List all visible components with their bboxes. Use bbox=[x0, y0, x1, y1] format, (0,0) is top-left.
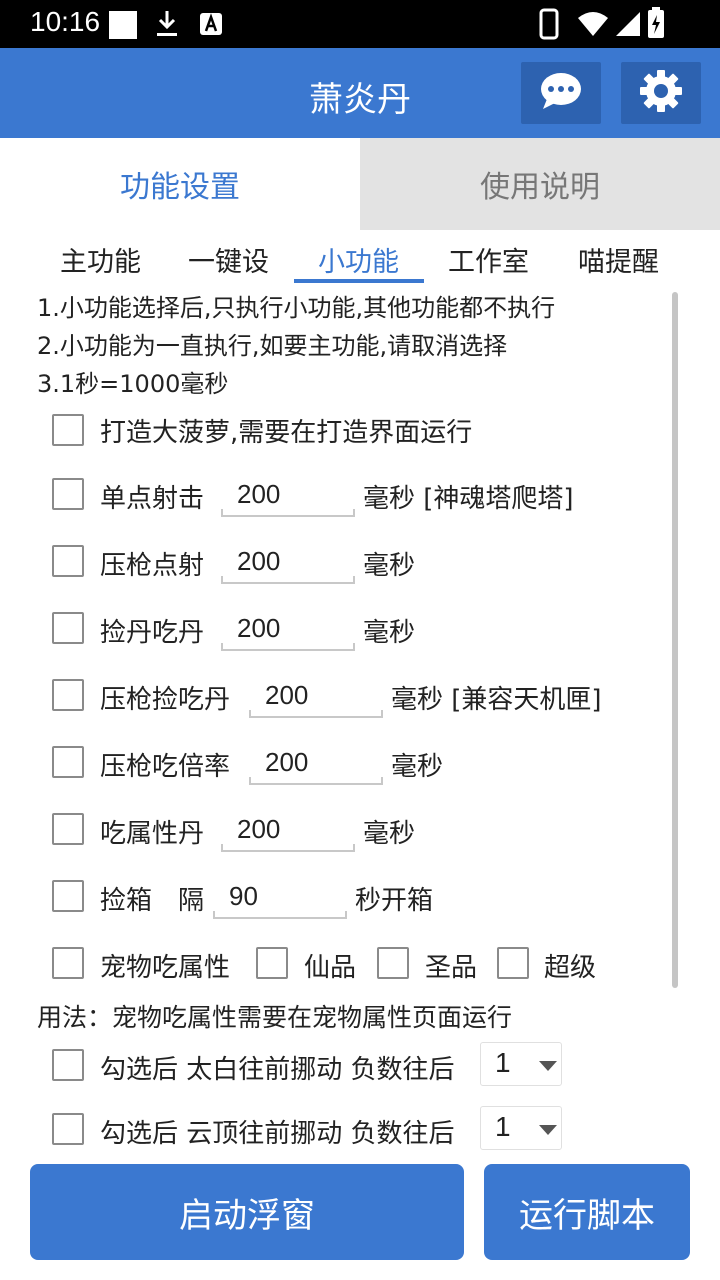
chat-bubble-icon bbox=[539, 71, 583, 115]
eat-attr-unit: 毫秒 bbox=[363, 819, 416, 849]
notification-square-icon bbox=[108, 10, 138, 44]
grade-saint-checkbox[interactable] bbox=[377, 947, 409, 979]
download-icon bbox=[154, 9, 180, 43]
tab-instructions[interactable]: 使用说明 bbox=[360, 138, 720, 230]
yunding-move-label: 勾选后 云顶往前挪动 负数往后 bbox=[100, 1119, 455, 1149]
press-pick-eat-unit: 毫秒 [兼容天机匣] bbox=[391, 685, 602, 715]
forge-checkbox[interactable] bbox=[52, 414, 84, 446]
press-shot-value: 200 bbox=[237, 546, 281, 576]
forge-label: 打造大菠萝,需要在打造界面运行 bbox=[100, 418, 473, 448]
grade-super-label: 超级 bbox=[544, 953, 597, 983]
chevron-down-icon bbox=[539, 1125, 557, 1135]
note-line-2: 2.小功能为一直执行,如要主功能,请取消选择 bbox=[37, 332, 508, 360]
pet-attr-label: 宠物吃属性 bbox=[100, 953, 231, 983]
note-line-3: 3.1秒=1000毫秒 bbox=[37, 370, 229, 398]
eat-attr-label: 吃属性丹 bbox=[100, 819, 205, 849]
press-eat-rate-label: 压枪吃倍率 bbox=[100, 752, 231, 782]
grade-immortal-label: 仙品 bbox=[304, 953, 357, 983]
taibai-move-label: 勾选后 太白往前挪动 负数往后 bbox=[100, 1055, 455, 1085]
press-eat-rate-ms-input[interactable]: 200 bbox=[249, 745, 383, 785]
start-float-window-button[interactable]: 启动浮窗 bbox=[30, 1164, 464, 1260]
app-bar: 萧炎丹 bbox=[0, 48, 720, 138]
settings-button[interactable] bbox=[621, 62, 701, 124]
pick-box-unit: 秒开箱 bbox=[355, 886, 434, 916]
battery-charging-icon bbox=[646, 6, 666, 44]
pick-box-checkbox[interactable] bbox=[52, 880, 84, 912]
pick-box-seconds-input[interactable]: 90 bbox=[213, 879, 347, 919]
gear-icon bbox=[639, 69, 683, 117]
single-shot-unit: 毫秒 [神魂塔爬塔] bbox=[363, 484, 574, 514]
note-line-1: 1.小功能选择后,只执行小功能,其他功能都不执行 bbox=[37, 294, 556, 322]
subtab-onekey[interactable]: 一键设 bbox=[188, 240, 269, 279]
pick-eat-ms-input[interactable]: 200 bbox=[221, 611, 355, 651]
single-shot-ms-input[interactable]: 200 bbox=[221, 477, 355, 517]
status-time: 10:16 bbox=[30, 6, 101, 37]
top-tabs: 功能设置 使用说明 bbox=[0, 138, 720, 230]
pick-eat-unit: 毫秒 bbox=[363, 618, 416, 648]
eat-attr-checkbox[interactable] bbox=[52, 813, 84, 845]
pet-attr-checkbox[interactable] bbox=[52, 947, 84, 979]
subtab-indicator bbox=[294, 279, 424, 283]
yunding-move-value: 1 bbox=[495, 1111, 511, 1142]
pick-eat-value: 200 bbox=[237, 613, 281, 643]
app-title: 萧炎丹 bbox=[309, 80, 411, 120]
grade-super-checkbox[interactable] bbox=[497, 947, 529, 979]
phone-icon bbox=[538, 8, 560, 44]
taibai-move-value: 1 bbox=[495, 1047, 511, 1078]
single-shot-checkbox[interactable] bbox=[52, 478, 84, 510]
pick-eat-checkbox[interactable] bbox=[52, 612, 84, 644]
pick-box-value: 90 bbox=[229, 881, 258, 911]
small-function-panel: 1.小功能选择后,只执行小功能,其他功能都不执行 2.小功能为一直执行,如要主功… bbox=[0, 284, 720, 1164]
subtab-studio[interactable]: 工作室 bbox=[448, 240, 529, 279]
press-eat-rate-checkbox[interactable] bbox=[52, 746, 84, 778]
eat-attr-value: 200 bbox=[237, 814, 281, 844]
taibai-move-select[interactable]: 1 bbox=[480, 1042, 562, 1086]
pick-box-label: 捡箱 bbox=[100, 886, 153, 916]
grade-immortal-checkbox[interactable] bbox=[256, 947, 288, 979]
scrollbar[interactable] bbox=[672, 292, 678, 988]
chevron-down-icon bbox=[539, 1061, 557, 1071]
taibai-move-checkbox[interactable] bbox=[52, 1049, 84, 1081]
press-pick-eat-label: 压枪捡吃丹 bbox=[100, 685, 231, 715]
press-shot-checkbox[interactable] bbox=[52, 545, 84, 577]
pick-box-interval-label: 隔 bbox=[178, 886, 205, 916]
single-shot-label: 单点射击 bbox=[100, 484, 205, 514]
subtab-reminder[interactable]: 喵提醒 bbox=[578, 240, 659, 279]
grade-saint-label: 圣品 bbox=[425, 953, 478, 983]
signal-icon bbox=[614, 10, 642, 42]
usage-note: 用法：宠物吃属性需要在宠物属性页面运行 bbox=[37, 1003, 513, 1032]
pick-eat-label: 捡丹吃丹 bbox=[100, 618, 205, 648]
single-shot-value: 200 bbox=[237, 479, 281, 509]
press-pick-eat-value: 200 bbox=[265, 680, 309, 710]
press-shot-unit: 毫秒 bbox=[363, 551, 416, 581]
press-eat-rate-unit: 毫秒 bbox=[391, 752, 444, 782]
yunding-move-checkbox[interactable] bbox=[52, 1113, 84, 1145]
subtab-main[interactable]: 主功能 bbox=[60, 240, 141, 279]
status-bar: 10:16 bbox=[0, 0, 720, 48]
sub-tabs: 主功能 一键设 小功能 工作室 喵提醒 bbox=[0, 236, 720, 284]
press-shot-ms-input[interactable]: 200 bbox=[221, 544, 355, 584]
press-eat-rate-value: 200 bbox=[265, 747, 309, 777]
app-a-icon bbox=[198, 11, 224, 41]
message-button[interactable] bbox=[521, 62, 601, 124]
run-script-button[interactable]: 运行脚本 bbox=[484, 1164, 690, 1260]
tab-function-settings[interactable]: 功能设置 bbox=[0, 138, 360, 230]
wifi-icon bbox=[576, 10, 610, 42]
press-pick-eat-ms-input[interactable]: 200 bbox=[249, 678, 383, 718]
press-pick-eat-checkbox[interactable] bbox=[52, 679, 84, 711]
subtab-small[interactable]: 小功能 bbox=[318, 240, 399, 279]
press-shot-label: 压枪点射 bbox=[100, 551, 205, 581]
eat-attr-ms-input[interactable]: 200 bbox=[221, 812, 355, 852]
yunding-move-select[interactable]: 1 bbox=[480, 1106, 562, 1150]
